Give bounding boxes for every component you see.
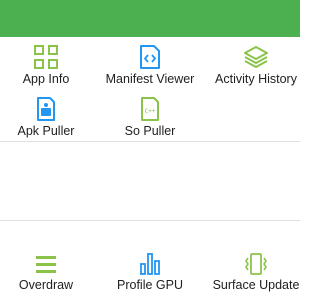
- vibrate-icon: [245, 253, 267, 275]
- so-puller-tile[interactable]: C++ So Puller: [104, 96, 196, 139]
- activity-history-tile[interactable]: Activity History: [210, 44, 302, 87]
- profile-gpu-label: Profile GPU: [117, 278, 183, 292]
- apk-puller-label: Apk Puller: [17, 124, 75, 138]
- screen: App Info Manifest Viewer Activity Histor…: [0, 0, 300, 300]
- svg-text:C++: C++: [145, 108, 156, 115]
- app-info-tile[interactable]: App Info: [2, 44, 90, 87]
- grid-apps-icon: [34, 45, 58, 69]
- overdraw-label: Overdraw: [18, 278, 74, 292]
- apk-puller-tile[interactable]: Apk Puller: [2, 96, 90, 139]
- overdraw-tile[interactable]: Overdraw: [2, 252, 90, 293]
- profile-gpu-tile[interactable]: Profile GPU: [104, 252, 196, 293]
- manifest-viewer-label: Manifest Viewer: [105, 72, 195, 86]
- surface-update-tile[interactable]: Surface Update: [210, 252, 302, 293]
- section-divider: [0, 220, 300, 221]
- surface-update-label: Surface Update: [212, 278, 300, 292]
- bar-chart-icon: [140, 253, 160, 275]
- so-file-icon: C++: [141, 97, 159, 121]
- menu-lines-icon: [36, 256, 56, 273]
- activity-history-label: Activity History: [215, 72, 297, 86]
- code-file-icon: [140, 45, 160, 69]
- manifest-viewer-tile[interactable]: Manifest Viewer: [104, 44, 196, 87]
- section-divider: [0, 141, 300, 142]
- so-puller-label: So Puller: [124, 124, 176, 138]
- app-info-label: App Info: [22, 72, 70, 86]
- layers-icon: [244, 46, 268, 68]
- apk-file-icon: [37, 97, 55, 121]
- top-app-bar: [0, 0, 300, 37]
